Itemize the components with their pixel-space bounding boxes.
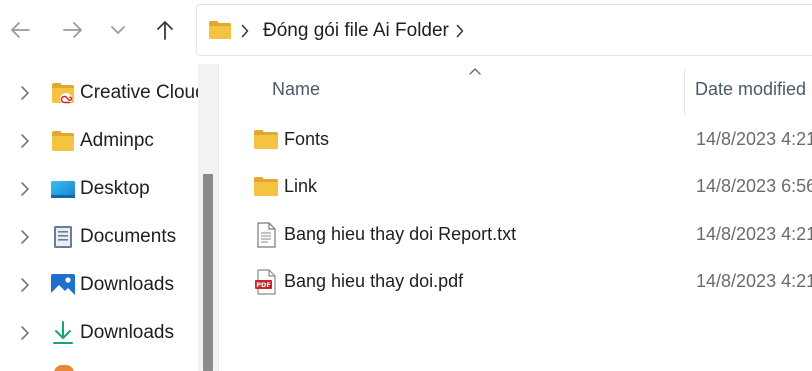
sidebar-item-desktop[interactable]: Desktop <box>0 169 198 209</box>
forward-arrow-icon <box>63 22 82 38</box>
sidebar-item-label: Adminpc <box>80 130 154 151</box>
file-row-report-txt[interactable]: Bang hieu thay doi Report.txt 14/8/2023 … <box>219 213 812 257</box>
sort-ascending-icon <box>469 68 481 75</box>
file-row-pdf[interactable]: PDF Bang hieu thay doi.pdf 14/8/2023 4:2… <box>219 260 812 304</box>
expand-chevron-icon[interactable] <box>20 181 30 197</box>
sidebar-item-label: Downloads <box>80 322 174 343</box>
file-name: Bang hieu thay doi Report.txt <box>284 224 517 244</box>
expand-chevron-icon[interactable] <box>20 277 30 293</box>
file-date-modified: 14/8/2023 4:21 <box>696 224 812 244</box>
sidebar-item-downloads-2[interactable]: Downloads <box>0 313 198 353</box>
file-date-modified: 14/8/2023 4:21 <box>696 129 812 149</box>
file-name: Bang hieu thay doi.pdf <box>284 271 464 291</box>
chevron-right-icon[interactable] <box>456 24 464 38</box>
folder-icon <box>254 130 278 149</box>
documents-icon <box>54 226 72 248</box>
expand-chevron-icon[interactable] <box>20 229 30 245</box>
forward-button[interactable] <box>55 12 91 48</box>
creative-cloud-folder-icon <box>52 83 74 105</box>
column-header-name[interactable]: Name <box>272 79 320 100</box>
expand-chevron-icon[interactable] <box>20 85 30 101</box>
file-name: Link <box>284 176 318 196</box>
back-button[interactable] <box>2 12 38 48</box>
sidebar-item-label: Desktop <box>80 178 150 199</box>
chevron-right-icon <box>241 24 249 38</box>
download-arrow-icon <box>53 321 73 344</box>
folder-icon <box>254 177 278 196</box>
folder-icon <box>52 131 74 151</box>
svg-text:PDF: PDF <box>256 281 271 289</box>
sidebar-item-label: Documents <box>80 226 177 247</box>
column-header-date-modified[interactable]: Date modified <box>695 79 806 100</box>
back-arrow-icon <box>11 22 30 38</box>
file-row-link[interactable]: Link 14/8/2023 6:56 <box>219 165 812 209</box>
expand-chevron-icon[interactable] <box>20 133 30 149</box>
recent-locations-button[interactable] <box>100 12 136 48</box>
pictures-icon <box>51 274 75 298</box>
text-file-icon <box>257 222 276 248</box>
up-arrow-icon <box>157 21 173 40</box>
breadcrumb-current-folder[interactable]: Đóng gói file Ai Folder <box>263 20 449 42</box>
navigation-pane: Creative Cloud Adminpc Desktop Documents <box>0 64 206 371</box>
sidebar-item-documents[interactable]: Documents <box>0 217 198 257</box>
folder-icon <box>209 21 231 39</box>
file-date-modified: 14/8/2023 6:56 <box>696 176 812 196</box>
navigation-bar: Đóng gói file Ai Folder <box>0 0 812 64</box>
expand-chevron-icon[interactable] <box>20 325 30 341</box>
sidebar-item-label: Creative Cloud <box>80 82 206 103</box>
sidebar-item-downloads[interactable]: Downloads <box>0 265 198 305</box>
sidebar-scrollbar-thumb[interactable] <box>203 174 213 371</box>
chevron-down-icon <box>111 26 125 34</box>
pdf-file-icon: PDF <box>255 269 276 295</box>
file-date-modified: 14/8/2023 4:21 <box>696 271 812 291</box>
up-button[interactable] <box>147 12 183 48</box>
file-row-fonts[interactable]: Fonts 14/8/2023 4:21 <box>219 118 812 162</box>
sidebar-item-adminpc[interactable]: Adminpc <box>0 121 198 161</box>
address-bar[interactable]: Đóng gói file Ai Folder <box>196 4 812 56</box>
file-name: Fonts <box>284 129 330 149</box>
desktop-icon <box>51 181 75 198</box>
sidebar-item-partial-icon <box>54 365 74 371</box>
column-resize-handle[interactable] <box>684 68 685 116</box>
sidebar-item-label: Downloads <box>80 274 174 295</box>
sidebar-item-creative-cloud[interactable]: Creative Cloud <box>0 73 206 113</box>
